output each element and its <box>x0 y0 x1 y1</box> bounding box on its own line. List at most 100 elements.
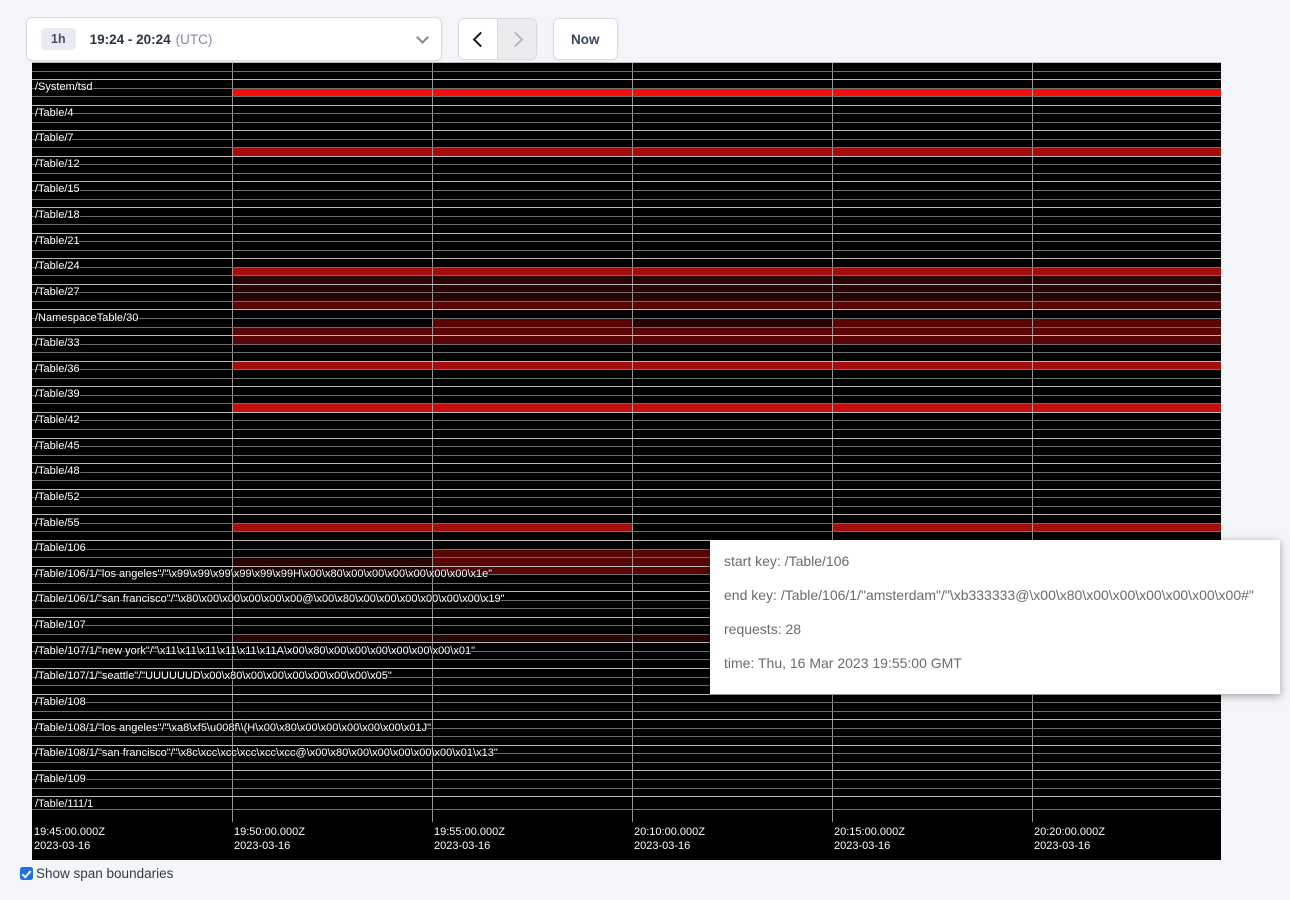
heat-cell[interactable] <box>632 439 832 447</box>
heat-cell[interactable] <box>432 208 632 216</box>
heat-cell[interactable] <box>32 131 232 139</box>
heat-group[interactable] <box>32 489 1221 515</box>
heat-cell[interactable] <box>432 353 632 361</box>
heat-row[interactable] <box>32 335 1221 344</box>
heat-cell[interactable] <box>32 430 232 438</box>
heat-row[interactable] <box>32 250 1221 259</box>
heat-cell[interactable] <box>32 293 232 301</box>
heat-cell[interactable] <box>32 601 232 609</box>
heat-cell[interactable] <box>32 532 232 540</box>
heat-cell[interactable] <box>1032 797 1221 809</box>
heat-cell[interactable] <box>1032 251 1221 259</box>
heat-cell[interactable] <box>632 771 832 779</box>
heat-cell[interactable] <box>1032 336 1221 344</box>
heat-row[interactable] <box>32 224 1221 233</box>
heat-cell[interactable] <box>832 251 1032 259</box>
heat-cell[interactable] <box>232 200 432 208</box>
show-span-boundaries-toggle[interactable]: Show span boundaries <box>20 866 173 881</box>
heat-row[interactable] <box>32 762 1221 771</box>
heat-cell[interactable] <box>232 567 432 575</box>
heat-cell[interactable] <box>232 618 432 626</box>
heat-row[interactable] <box>32 386 1221 395</box>
heat-cell[interactable] <box>832 396 1032 404</box>
heat-cell[interactable] <box>232 626 432 634</box>
heat-cell[interactable] <box>432 686 632 694</box>
heat-cell[interactable] <box>632 345 832 353</box>
heat-cell[interactable] <box>832 430 1032 438</box>
heat-cell[interactable] <box>232 737 432 745</box>
heat-cell[interactable] <box>832 498 1032 506</box>
heat-cell[interactable] <box>832 80 1032 88</box>
heat-group[interactable] <box>32 62 1221 79</box>
heat-cell[interactable] <box>632 293 832 301</box>
heat-row[interactable] <box>32 344 1221 353</box>
heat-cell[interactable] <box>632 353 832 361</box>
heat-cell[interactable] <box>232 763 432 771</box>
heat-cell[interactable] <box>832 72 1032 80</box>
heat-cell[interactable] <box>832 729 1032 737</box>
heat-cell[interactable] <box>1032 80 1221 88</box>
heat-cell[interactable] <box>632 481 832 489</box>
heat-cell[interactable] <box>432 558 632 566</box>
heat-cell[interactable] <box>32 810 232 822</box>
heat-cell[interactable] <box>632 89 832 97</box>
heat-row[interactable] <box>32 514 1221 523</box>
heat-group[interactable] <box>32 233 1221 259</box>
heat-cell[interactable] <box>232 217 432 225</box>
heat-cell[interactable] <box>432 63 632 71</box>
heat-cell[interactable] <box>32 387 232 395</box>
heat-cell[interactable] <box>632 140 832 148</box>
heat-cell[interactable] <box>432 165 632 173</box>
heat-cell[interactable] <box>1032 810 1221 822</box>
heat-row[interactable] <box>32 497 1221 506</box>
heat-cell[interactable] <box>632 268 832 276</box>
heat-cell[interactable] <box>232 174 432 182</box>
heat-cell[interactable] <box>632 456 832 464</box>
heat-cell[interactable] <box>1032 507 1221 515</box>
heat-row[interactable] <box>32 694 1221 703</box>
heat-cell[interactable] <box>632 387 832 395</box>
heat-cell[interactable] <box>32 114 232 122</box>
heat-cell[interactable] <box>232 541 432 549</box>
heat-cell[interactable] <box>32 63 232 71</box>
heat-row[interactable] <box>32 779 1221 788</box>
heat-cell[interactable] <box>432 746 632 754</box>
heat-cell[interactable] <box>1032 780 1221 788</box>
heat-cell[interactable] <box>1032 712 1221 720</box>
heat-cell[interactable] <box>832 140 1032 148</box>
heat-cell[interactable] <box>232 259 432 267</box>
heat-cell[interactable] <box>832 515 1032 523</box>
heat-cell[interactable] <box>832 439 1032 447</box>
heat-cell[interactable] <box>832 703 1032 711</box>
heat-cell[interactable] <box>432 225 632 233</box>
heat-cell[interactable] <box>632 191 832 199</box>
heat-cell[interactable] <box>232 106 432 114</box>
heat-cell[interactable] <box>32 413 232 421</box>
heat-cell[interactable] <box>1032 703 1221 711</box>
heat-row[interactable] <box>32 147 1221 156</box>
heat-cell[interactable] <box>32 319 232 327</box>
heat-cell[interactable] <box>232 421 432 429</box>
heat-row[interactable] <box>32 506 1221 515</box>
heat-cell[interactable] <box>432 789 632 797</box>
heat-row[interactable] <box>32 199 1221 208</box>
heat-cell[interactable] <box>432 498 632 506</box>
heat-cell[interactable] <box>232 148 432 156</box>
heat-cell[interactable] <box>1032 106 1221 114</box>
heat-cell[interactable] <box>32 660 232 668</box>
heat-cell[interactable] <box>32 729 232 737</box>
heat-cell[interactable] <box>632 123 832 131</box>
heat-cell[interactable] <box>1032 729 1221 737</box>
heat-cell[interactable] <box>432 712 632 720</box>
heat-cell[interactable] <box>232 703 432 711</box>
heat-cell[interactable] <box>1032 789 1221 797</box>
heat-row[interactable] <box>32 352 1221 361</box>
heat-cell[interactable] <box>232 362 432 370</box>
heat-cell[interactable] <box>432 473 632 481</box>
heat-group[interactable] <box>32 719 1221 745</box>
heat-cell[interactable] <box>1032 379 1221 387</box>
heat-cell[interactable] <box>432 456 632 464</box>
heat-cell[interactable] <box>1032 268 1221 276</box>
heat-row[interactable] <box>32 130 1221 139</box>
heat-row[interactable] <box>32 736 1221 745</box>
